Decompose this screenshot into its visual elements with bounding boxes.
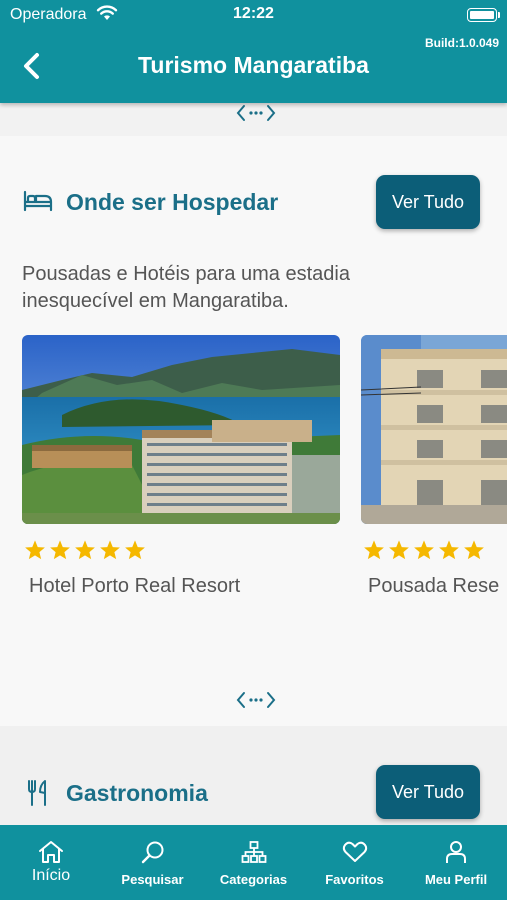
heart-icon xyxy=(342,841,367,862)
star-icon xyxy=(439,540,459,560)
home-icon xyxy=(39,841,63,863)
star-icon xyxy=(364,540,384,560)
hotel-name: Hotel Porto Real Resort xyxy=(29,575,241,597)
lodging-title: Onde ser Hospedar xyxy=(66,189,279,215)
star-icon xyxy=(75,540,95,560)
star-icon xyxy=(125,540,145,560)
fork-knife-icon xyxy=(28,780,46,806)
swipe-arrows-icon xyxy=(236,692,276,708)
star-icon xyxy=(50,540,70,560)
rating-stars xyxy=(363,539,488,561)
tab-label: Pesquisar xyxy=(121,872,184,887)
lodging-description: Pousadas e Hotéis para uma estadia inesq… xyxy=(22,263,350,312)
categories-icon xyxy=(241,841,266,863)
star-icon xyxy=(100,540,120,560)
hotel-photo[interactable] xyxy=(22,335,340,524)
tab-categories[interactable]: Categorias xyxy=(203,825,304,900)
tab-bar: Início Pesquisar Categorias Favoritos Me… xyxy=(0,825,507,900)
tab-favorites[interactable]: Favoritos xyxy=(304,825,405,900)
section-divider-top xyxy=(0,103,507,136)
star-icon xyxy=(25,540,45,560)
app-screen: Operadora 12:22 Build:1.0.049 Turismo Ma… xyxy=(0,0,507,900)
battery-icon xyxy=(467,8,497,22)
app-header: Operadora 12:22 Build:1.0.049 Turismo Ma… xyxy=(0,0,507,103)
hotel-photo[interactable] xyxy=(361,335,507,524)
food-title: Gastronomia xyxy=(66,780,208,806)
star-icon xyxy=(414,540,434,560)
star-icon xyxy=(389,540,409,560)
star-icon xyxy=(464,540,484,560)
lodging-see-all-button[interactable]: Ver Tudo xyxy=(376,175,480,229)
tab-home[interactable]: Início xyxy=(0,825,102,900)
bed-icon xyxy=(23,190,53,212)
clock: 12:22 xyxy=(233,5,274,22)
page-title: Turismo Mangaratiba xyxy=(138,52,369,78)
user-icon xyxy=(446,841,466,863)
hotel-name: Pousada Rese xyxy=(368,575,500,597)
rating-stars xyxy=(24,539,149,561)
tab-label: Favoritos xyxy=(325,872,384,887)
tab-label: Início xyxy=(31,867,71,884)
tab-label: Meu Perfil xyxy=(424,872,488,887)
status-bar: Operadora 12:22 xyxy=(0,0,507,30)
tab-search[interactable]: Pesquisar xyxy=(102,825,203,900)
swipe-arrows-icon xyxy=(236,105,276,121)
lodging-card[interactable]: Pousada Rese xyxy=(361,335,507,597)
lodging-card[interactable]: Hotel Porto Real Resort xyxy=(22,335,340,597)
build-version: Build:1.0.049 xyxy=(424,36,499,50)
search-icon xyxy=(141,841,163,864)
tab-label: Categorias xyxy=(219,872,288,887)
food-see-all-button[interactable]: Ver Tudo xyxy=(376,765,480,819)
battery-tip xyxy=(498,12,500,18)
tab-profile[interactable]: Meu Perfil xyxy=(405,825,507,900)
